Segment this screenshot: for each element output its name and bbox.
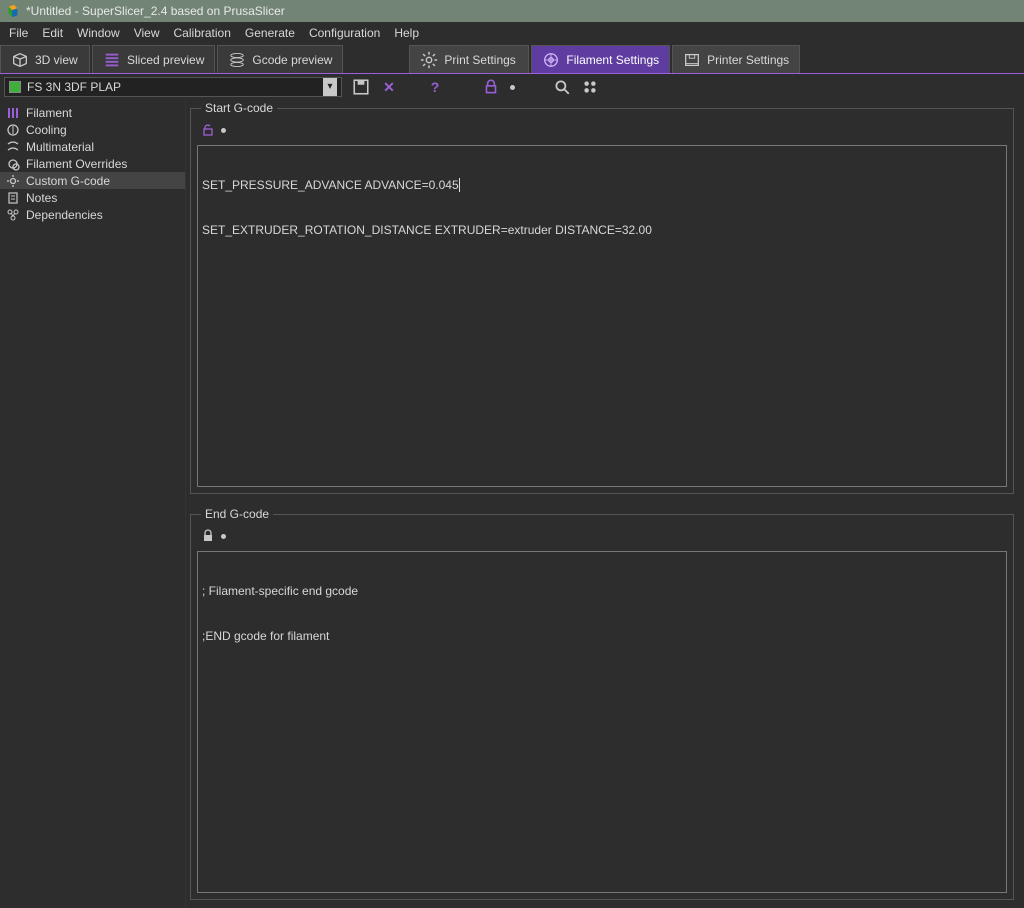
modified-dot-icon (510, 85, 515, 90)
compare-icon[interactable] (581, 78, 599, 96)
spool-icon (542, 51, 560, 69)
sidebar-item-label: Filament (26, 106, 72, 120)
search-icon[interactable] (553, 78, 571, 96)
dependencies-icon (6, 208, 20, 222)
gear-icon (6, 174, 20, 188)
printer-icon (683, 51, 701, 69)
menu-configuration[interactable]: Configuration (302, 24, 387, 42)
lock-icon[interactable] (201, 529, 215, 543)
sidebar-item-label: Notes (26, 191, 57, 205)
gcode-line: SET_EXTRUDER_ROTATION_DISTANCE EXTRUDER=… (202, 223, 1002, 238)
menu-bar: File Edit Window View Calibration Genera… (0, 22, 1024, 44)
menu-view[interactable]: View (127, 24, 167, 42)
unlock-icon[interactable] (201, 123, 215, 137)
cube-icon (11, 51, 29, 69)
menu-window[interactable]: Window (70, 24, 127, 42)
start-gcode-textarea[interactable]: SET_PRESSURE_ADVANCE ADVANCE=0.045 SET_E… (197, 145, 1007, 487)
tab-filament-settings[interactable]: Filament Settings (531, 45, 670, 73)
menu-help[interactable]: Help (387, 24, 426, 42)
sidebar-item-dependencies[interactable]: Dependencies (0, 206, 185, 223)
field-header (197, 527, 1007, 551)
gcode-line: SET_PRESSURE_ADVANCE ADVANCE=0.045 (202, 178, 1002, 193)
app-icon (6, 4, 20, 18)
gcode-line: ;END gcode for filament (202, 629, 1002, 644)
modified-dot-icon (221, 534, 226, 539)
override-icon (6, 157, 20, 171)
sidebar-item-notes[interactable]: Notes (0, 189, 185, 206)
modified-dot-icon (221, 128, 226, 133)
sidebar-item-multimaterial[interactable]: Multimaterial (0, 138, 185, 155)
end-gcode-fieldset: End G-code ; Filament-specific end gcode… (190, 514, 1014, 900)
menu-file[interactable]: File (2, 24, 35, 42)
preset-select[interactable]: FS 3N 3DF PLAP ▾ (4, 77, 342, 97)
tab-printer-settings[interactable]: Printer Settings (672, 45, 800, 73)
tab-label: Printer Settings (707, 53, 789, 67)
end-gcode-textarea[interactable]: ; Filament-specific end gcode ;END gcode… (197, 551, 1007, 893)
tab-gcode-preview[interactable]: Gcode preview (217, 45, 343, 73)
menu-edit[interactable]: Edit (35, 24, 70, 42)
tab-3d-view[interactable]: 3D view (0, 45, 90, 73)
color-swatch-icon (9, 81, 21, 93)
preset-name: FS 3N 3DF PLAP (27, 80, 317, 94)
fieldset-legend: Start G-code (201, 101, 277, 115)
tab-label: Print Settings (444, 53, 515, 67)
tool-strip: FS 3N 3DF PLAP ▾ ✕ ? (0, 74, 1024, 100)
sidebar-item-label: Dependencies (26, 208, 103, 222)
sidebar-item-cooling[interactable]: Cooling (0, 121, 185, 138)
tab-label: Filament Settings (566, 53, 659, 67)
menu-generate[interactable]: Generate (238, 24, 302, 42)
lock-icon[interactable] (482, 78, 500, 96)
delete-icon[interactable]: ✕ (380, 78, 398, 96)
title-bar: *Untitled - SuperSlicer_2.4 based on Pru… (0, 0, 1024, 22)
multimaterial-icon (6, 140, 20, 154)
fieldset-legend: End G-code (201, 507, 273, 521)
sidebar-item-filament-overrides[interactable]: Filament Overrides (0, 155, 185, 172)
tab-bar: 3D view Sliced preview Gcode preview Pri… (0, 44, 1024, 74)
sidebar-item-label: Cooling (26, 123, 67, 137)
menu-calibration[interactable]: Calibration (167, 24, 238, 42)
window-title: *Untitled - SuperSlicer_2.4 based on Pru… (26, 4, 285, 18)
stack-icon (228, 51, 246, 69)
main-panel: Start G-code SET_PRESSURE_ADVANCE ADVANC… (186, 100, 1024, 908)
sidebar: Filament Cooling Multimaterial Filament … (0, 100, 186, 908)
tab-print-settings[interactable]: Print Settings (409, 45, 529, 73)
spool-icon (6, 106, 20, 120)
layers-icon (103, 51, 121, 69)
sidebar-item-label: Multimaterial (26, 140, 94, 154)
save-icon[interactable] (352, 78, 370, 96)
gear-icon (420, 51, 438, 69)
sidebar-item-custom-gcode[interactable]: Custom G-code (0, 172, 185, 189)
fan-icon (6, 123, 20, 137)
help-icon[interactable]: ? (426, 78, 444, 96)
tab-sliced-preview[interactable]: Sliced preview (92, 45, 215, 73)
sidebar-item-label: Custom G-code (26, 174, 110, 188)
tab-label: 3D view (35, 53, 78, 67)
notes-icon (6, 191, 20, 205)
gcode-line: ; Filament-specific end gcode (202, 584, 1002, 599)
sidebar-item-filament[interactable]: Filament (0, 104, 185, 121)
start-gcode-fieldset: Start G-code SET_PRESSURE_ADVANCE ADVANC… (190, 108, 1014, 494)
tab-label: Gcode preview (252, 53, 332, 67)
chevron-down-icon[interactable]: ▾ (323, 78, 337, 96)
field-header (197, 121, 1007, 145)
sidebar-item-label: Filament Overrides (26, 157, 127, 171)
tab-label: Sliced preview (127, 53, 204, 67)
